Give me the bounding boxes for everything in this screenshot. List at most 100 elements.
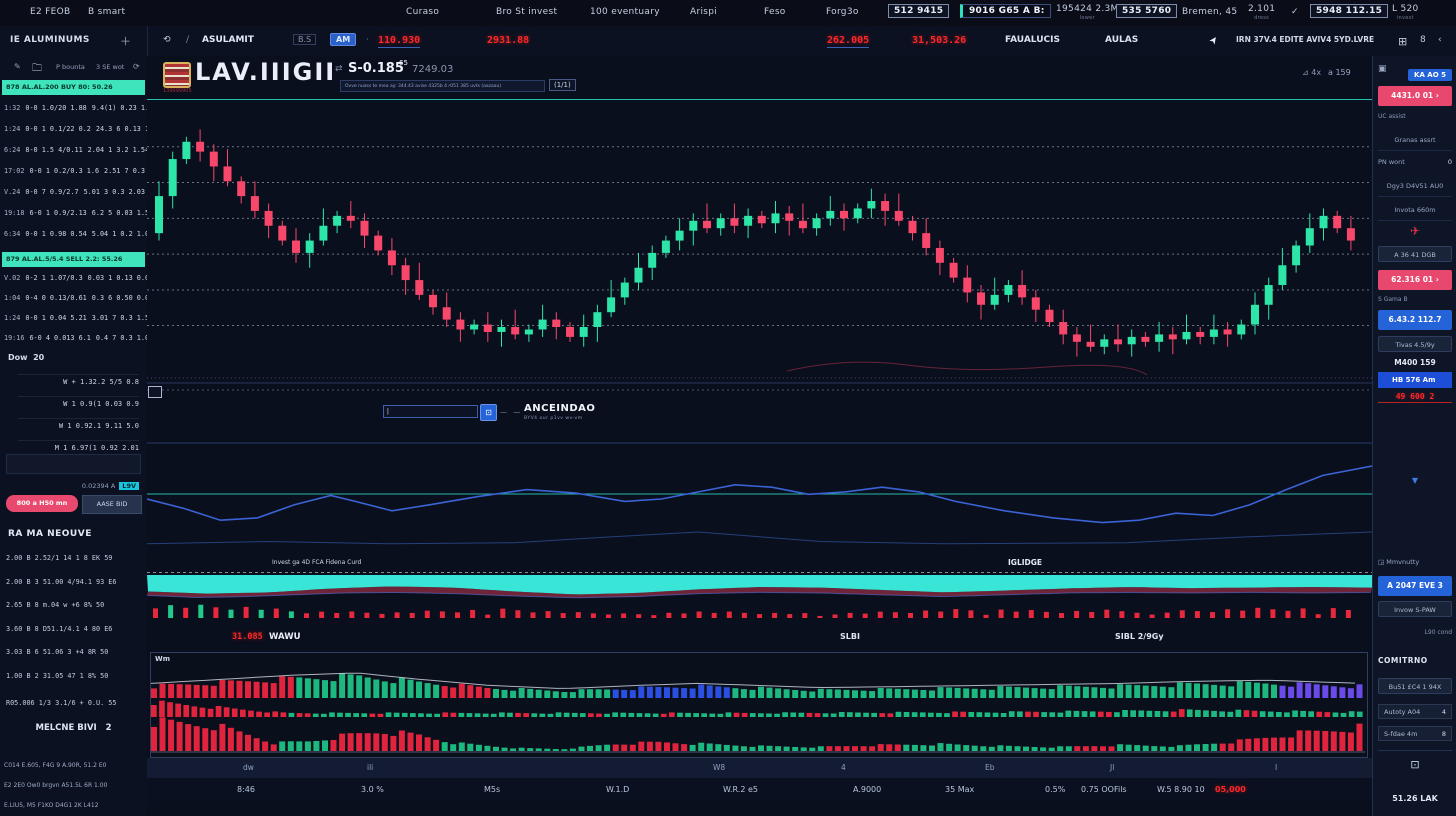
menubar-item-15[interactable]: 5948 112.15 <box>1310 4 1388 18</box>
field-label-5: Dgy3 D4V51 AU0 <box>1378 182 1452 197</box>
watchlist-row[interactable]: V.240-0 7 0.9/2.75.01 3 0.3 2.03 <box>4 188 143 200</box>
setting-row-24[interactable]: S-fdae 4m8 <box>1378 726 1452 741</box>
menubar-item-16[interactable]: L 520invest <box>1392 4 1419 21</box>
header-price: S-0.185 <box>348 61 404 76</box>
toolbar-label-2[interactable]: AULAS <box>1105 35 1138 45</box>
menubar-item-5[interactable]: Arispi <box>690 7 717 17</box>
grid-icon-26[interactable]: ⊡ <box>1378 758 1452 771</box>
menubar-item-1[interactable]: B smart <box>88 7 125 17</box>
symbol-label[interactable]: ASULAMIT <box>202 35 254 45</box>
watchlist-row[interactable]: 6:340-0 1 0.98 0.545.04 1 0.2 1.01 <box>4 230 143 242</box>
account-row[interactable]: 3.60 B 8 D51.1/4.1 4 80 E6 <box>6 625 141 633</box>
menubar-item-0[interactable]: E2 FEOB <box>30 7 71 17</box>
watchlist-row[interactable]: V.020-2 1 1.07/0.30.03 1 0.13 0.02 <box>4 274 143 286</box>
refresh-icon[interactable]: ⟳ <box>133 62 140 71</box>
watchlist-row[interactable]: 1:240-0 1 0.1/22 0.224.3 6 0.13 1.03 <box>4 125 143 137</box>
symbol-subcode: 139999905 <box>163 88 192 94</box>
watchlist-row[interactable]: 6:248-0 1.5 4/0.112.04 1 3.2 1.54 <box>4 146 143 158</box>
account-row[interactable]: 2.65 B 8 m.04 w +6 8% 50 <box>6 601 141 609</box>
position-row-sell[interactable]: 879 AL.AL.5/5.4 SELL 2.2: 55.26 <box>2 252 145 267</box>
account-row[interactable]: 1.00 B 2 31.05 47 1 8% 50 <box>6 672 141 680</box>
symbol-logo <box>163 62 191 88</box>
sell-button-9[interactable]: 62.316 01 › <box>1378 270 1452 290</box>
menubar-item-11[interactable]: 535 5760 <box>1116 4 1177 18</box>
account-row[interactable]: 3.03 B 6 51.06 3 +4 8R 50 <box>6 648 141 656</box>
sidebar-filter-label-2[interactable]: 3 SE wot <box>96 63 124 71</box>
status-item-4: W.R.2 e5 <box>723 785 758 794</box>
bottom-oscillator-panel[interactable]: Wm <box>150 652 1368 758</box>
menubar-item-8[interactable]: 512 9415 <box>888 4 949 18</box>
am-button[interactable]: AM <box>330 33 356 46</box>
account-row[interactable]: 2.00 B 2.52/1 14 1 8 EK 59 <box>6 554 141 562</box>
time-axis[interactable]: dwiliW84EbJlI <box>147 758 1372 778</box>
pager-box[interactable]: (1/1) <box>549 79 576 91</box>
menubar-item-13[interactable]: 2.101dress <box>1248 4 1275 21</box>
menubar-item-7[interactable]: Forg3o <box>826 7 859 17</box>
buy-button-11[interactable]: 6.43.2 112.7 <box>1378 310 1452 330</box>
ribbon-indicator[interactable] <box>147 571 1372 623</box>
add-symbol-button[interactable]: ＋ <box>120 33 131 49</box>
indicator-apply-button[interactable]: ⊡ <box>480 404 497 421</box>
section-title: Dow 20 <box>8 353 44 362</box>
setting-row-23[interactable]: Autoty A044 <box>1378 704 1452 719</box>
header-price-2: 7249.03 <box>412 64 453 75</box>
panel-button-22[interactable]: Bu51 £C4 1 94X <box>1378 678 1452 694</box>
undo-icon[interactable]: ⟲ <box>163 35 171 45</box>
buy-button-18[interactable]: A 2047 EVE 3 <box>1378 576 1452 596</box>
indicator-caption-left: Invest ga 4D FCA Fidena Curd <box>272 559 361 566</box>
watchlist-row[interactable]: 19:166-0 4 0.013 6.10.4 7 0.3 1.09 <box>4 334 143 346</box>
menubar-item-4[interactable]: 100 eventuary <box>590 7 660 17</box>
panel-chip-row-0[interactable]: ▣KA AO 5 <box>1378 62 1452 81</box>
menubar-item-3[interactable]: Bro St invest <box>496 7 557 17</box>
toolbar-label-3[interactable]: IRN 37V.4 EDITE AVIV4 5YD.LVRE <box>1236 35 1374 44</box>
folder-icon[interactable]: 🗀 <box>32 61 42 78</box>
menubar-item-14[interactable]: ✓ <box>1291 7 1299 17</box>
watchlist-row[interactable]: 17:020-0 1 0.2/0.3 1.62.51 7 0.3 0.2 <box>4 167 143 179</box>
sidebar-filter-label[interactable]: P bounta <box>56 63 85 71</box>
lv-chip[interactable]: L9V <box>119 482 139 490</box>
pencil-icon[interactable]: ✎ <box>14 62 21 71</box>
panel-button-8[interactable]: A 36 41 DGB <box>1378 246 1452 262</box>
menubar-item-2[interactable]: Curaso <box>406 7 439 17</box>
watchlist-row[interactable]: 19:186-0 1 0.9/2.136.2 5 0.03 1.50 <box>4 209 143 221</box>
status-item-3: W.1.D <box>606 785 629 794</box>
slash-icon[interactable]: ∕ <box>186 35 189 45</box>
position-row-buy[interactable]: 878 AL.AL.200 BUY 80: 50.26 <box>2 80 145 95</box>
menubar-item-10[interactable]: 195424 2.3Mlower <box>1056 4 1119 21</box>
oscillator-line-panel[interactable] <box>147 428 1372 568</box>
grid-icon[interactable]: ⊞ <box>1398 35 1407 48</box>
buy-pill-button[interactable]: 800 a H50 mn <box>6 495 78 512</box>
status-item-9: W.5 8.90 10 <box>1157 785 1205 794</box>
divider-25 <box>1378 750 1452 751</box>
panel-icon[interactable]: ▣ <box>1378 64 1387 74</box>
timeframe-chip[interactable]: B.S <box>293 34 316 45</box>
note-text-10: S Gama B <box>1378 296 1452 303</box>
candlestick-chart[interactable] <box>147 99 1372 395</box>
eight-icon[interactable]: 8 <box>1420 35 1426 45</box>
time-tick-4: Eb <box>985 763 995 772</box>
account-row[interactable]: 2.00 B 3 51.00 4/94.1 93 E6 <box>6 578 141 586</box>
watchlist-row[interactable]: 1:240-0 1 0.04 5.213.01 7 0.3 1.50 <box>4 314 143 326</box>
triangle-icon-16[interactable]: ▼ <box>1378 476 1452 485</box>
melcne-row[interactable]: MELCNE BIVI 2 <box>0 723 147 733</box>
panel-button-12[interactable]: Tivas 4.5/9y <box>1378 336 1452 352</box>
selected-row-14[interactable]: HB 576 Am <box>1378 372 1452 388</box>
sidebar-icon-row: ✎ 🗀 P bounta 3 SE wot ⟳ <box>0 58 147 80</box>
indicator-search-input[interactable] <box>383 405 478 418</box>
panel-button-19[interactable]: Invow S-PAW <box>1378 601 1452 617</box>
ribbon-right-label: SIBL 2/9Gy <box>1115 632 1164 641</box>
ribbon-center-label: SLBI <box>840 632 860 641</box>
transfer-icon: ⇄ <box>335 64 343 74</box>
sidebar-input-box[interactable] <box>6 454 141 474</box>
sell-button-1[interactable]: 4431.0 01 › <box>1378 86 1452 106</box>
watchlist-row[interactable]: 1:320-0 1.0/20 1.889.4(1) 0.23 1.50 <box>4 104 143 116</box>
price-red-4: 31,503.26 <box>912 35 966 46</box>
menubar-item-9[interactable]: 9016 G65 A B: <box>960 4 1051 18</box>
bid-button[interactable]: AASE BID <box>82 495 142 514</box>
menubar-item-6[interactable]: Feso <box>764 7 786 17</box>
back-icon[interactable]: ‹ <box>1438 35 1442 45</box>
menubar-item-12[interactable]: Bremen, 45 <box>1182 7 1237 17</box>
watchlist-row[interactable]: 1:040-4 0 0.13/0.610.3 6 0.50 0.0 <box>4 294 143 306</box>
dash-decoration: — — <box>500 408 522 416</box>
toolbar-label-1[interactable]: FAUALUCIS <box>1005 35 1060 45</box>
